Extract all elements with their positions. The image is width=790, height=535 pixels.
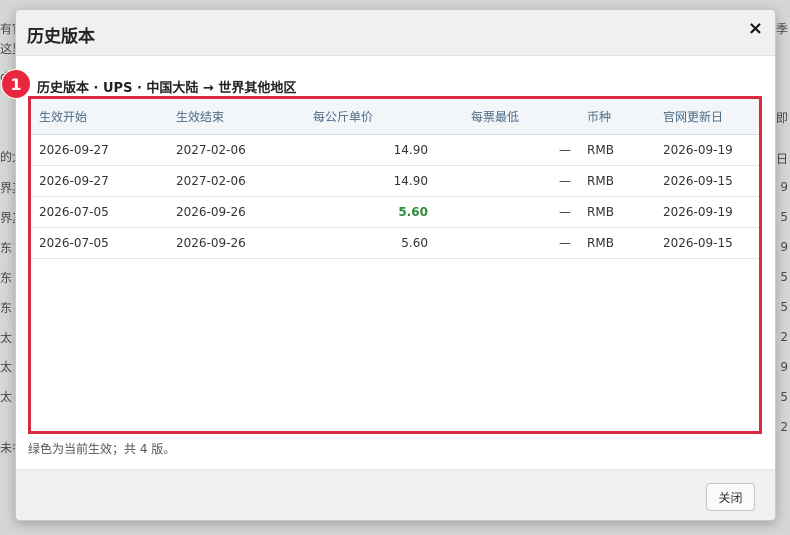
cell-end: 2026-09-26 bbox=[168, 227, 305, 259]
cell-start: 2026-09-27 bbox=[31, 134, 168, 166]
table-header-row: 生效开始 生效结束 每公斤单价 每票最低 币种 官网更新日 bbox=[31, 99, 760, 135]
col-header-price: 每公斤单价 bbox=[305, 99, 436, 135]
col-header-start: 生效开始 bbox=[31, 99, 168, 135]
close-icon[interactable]: × bbox=[748, 19, 763, 39]
cell-currency: RMB bbox=[579, 134, 655, 166]
cell-start: 2026-07-05 bbox=[31, 227, 168, 259]
cell-min: — bbox=[436, 196, 579, 228]
cell-end: 2027-02-06 bbox=[168, 134, 305, 166]
cell-min: — bbox=[436, 134, 579, 166]
history-modal: 历史版本 × 历史版本 · UPS · 中国大陆 → 世界其他地区 生效开始 生… bbox=[15, 9, 776, 521]
modal-title: 历史版本 bbox=[27, 27, 95, 47]
table-row: 2026-07-05 2026-09-26 5.60 — RMB 2026-09… bbox=[31, 227, 760, 259]
cell-updated: 2026-09-15 bbox=[655, 165, 760, 197]
close-button[interactable]: 关闭 bbox=[706, 483, 755, 511]
modal-footer: 关闭 bbox=[16, 469, 775, 520]
history-table-container: 生效开始 生效结束 每公斤单价 每票最低 币种 官网更新日 2026-09-27… bbox=[30, 98, 761, 433]
cell-price: 5.60 bbox=[305, 227, 436, 259]
cell-start: 2026-09-27 bbox=[31, 165, 168, 197]
col-header-updated: 官网更新日 bbox=[655, 99, 760, 135]
section-title: 历史版本 · UPS · 中国大陆 → 世界其他地区 bbox=[37, 81, 297, 96]
col-header-end: 生效结束 bbox=[168, 99, 305, 135]
cell-currency: RMB bbox=[579, 227, 655, 259]
cell-start: 2026-07-05 bbox=[31, 196, 168, 228]
step-badge: 1 bbox=[1, 69, 31, 99]
cell-updated: 2026-09-19 bbox=[655, 134, 760, 166]
cell-end: 2027-02-06 bbox=[168, 165, 305, 197]
cell-price: 14.90 bbox=[305, 165, 436, 197]
cell-updated: 2026-09-15 bbox=[655, 227, 760, 259]
table-row: 2026-09-27 2027-02-06 14.90 — RMB 2026-0… bbox=[31, 165, 760, 197]
history-table: 生效开始 生效结束 每公斤单价 每票最低 币种 官网更新日 2026-09-27… bbox=[31, 99, 760, 259]
footnote: 绿色为当前生效；共 4 版。 bbox=[28, 442, 176, 456]
cell-updated: 2026-09-19 bbox=[655, 196, 760, 228]
table-row: 2026-07-05 2026-09-26 5.60 — RMB 2026-09… bbox=[31, 196, 760, 228]
cell-min: — bbox=[436, 227, 579, 259]
cell-end: 2026-09-26 bbox=[168, 196, 305, 228]
cell-min: — bbox=[436, 165, 579, 197]
cell-price-current: 5.60 bbox=[305, 196, 436, 228]
table-row: 2026-09-27 2027-02-06 14.90 — RMB 2026-0… bbox=[31, 134, 760, 166]
col-header-currency: 币种 bbox=[579, 99, 655, 135]
cell-currency: RMB bbox=[579, 165, 655, 197]
table-bottom-border bbox=[31, 431, 760, 432]
modal-header: 历史版本 × bbox=[16, 10, 775, 56]
col-header-min: 每票最低 bbox=[436, 99, 579, 135]
cell-price: 14.90 bbox=[305, 134, 436, 166]
cell-currency: RMB bbox=[579, 196, 655, 228]
